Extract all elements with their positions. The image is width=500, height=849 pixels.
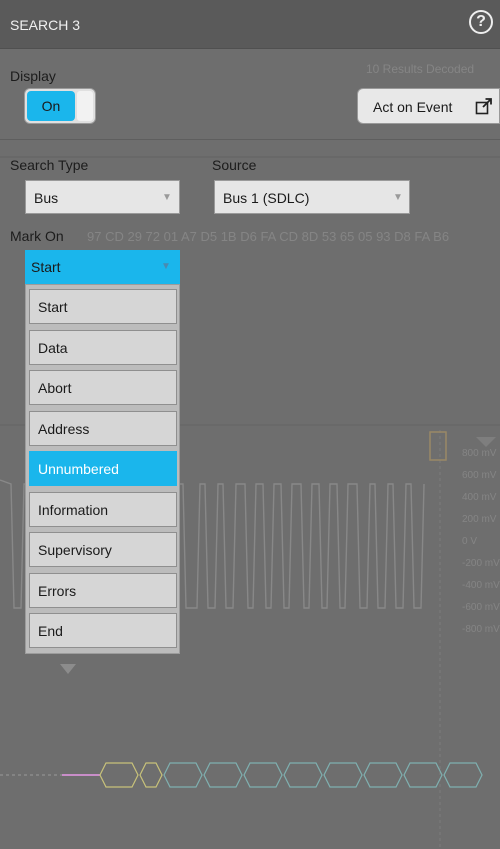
separator [0,139,500,140]
panel-header: SEARCH 3 ? [0,0,500,49]
dropdown-option-label: Start [38,299,68,315]
act-on-event-label: Act on Event [373,99,453,115]
dropdown-option-label: Information [38,501,109,518]
chevron-down-icon: ▼ [161,261,171,272]
dropdown-option-abort[interactable]: Abort [29,370,177,405]
dropdown-option-label: Address [38,420,90,437]
volt-label: 0 V [462,536,478,547]
display-toggle[interactable]: On [24,88,96,124]
act-on-event-button[interactable]: Act on Event [357,88,500,124]
volt-label: -400 mV [462,580,500,591]
dropdown-option-label: Abort [38,380,72,396]
volt-label: 400 mV [462,492,497,503]
volt-label: 200 mV [462,514,497,525]
volt-label: -600 mV [462,602,500,613]
panel-title: SEARCH 3 [10,17,81,33]
results-decoded-text: 10 Results Decoded [366,62,475,76]
mark-on-dropdown: Start Data Abort Address Unnumbered Informati… [25,284,180,654]
dropdown-option-information[interactable]: Information [29,491,177,527]
mark-on-value: Start [31,259,61,275]
dropdown-option-label: Unnumbered [38,461,119,477]
question-circle-icon[interactable]: ? [469,10,493,34]
source-value: Bus 1 (SDLC) [223,190,310,206]
chevron-down-icon: ▼ [162,192,172,203]
volt-label: -200 mV [462,558,500,569]
display-label: Display [10,68,56,84]
dropdown-option-label: Errors [38,582,77,599]
volt-label: 600 mV [462,470,497,481]
search-type-select[interactable]: Bus ▼ [25,180,180,214]
volt-label: -800 mV [462,624,500,635]
search-type-label: Search Type [10,157,89,173]
toggle-knob [77,91,93,121]
dropdown-option-errors[interactable]: Errors [29,572,177,608]
dropdown-option-unnumbered[interactable]: Unnumbered [29,451,177,486]
external-link-icon [475,98,492,115]
decoded-hex-text: 97 CD 29 72 01 A7 D5 1B D6 FA CD 8D 53 6… [87,229,450,244]
dropdown-option-end[interactable]: End [29,613,177,648]
toggle-on-label: On [27,91,75,121]
volt-label: 800 mV [462,448,497,459]
search-type-value: Bus [34,190,59,206]
dropdown-option-start[interactable]: Start [29,289,177,324]
dropdown-option-address[interactable]: Address [29,410,177,446]
dropdown-option-label: Data [38,339,68,356]
mark-on-label: Mark On [10,228,64,244]
dropdown-option-label: Supervisory [38,542,112,558]
search-panel: 10 Results Decoded 800 mV 600 mV 400 mV 200… [0,0,500,849]
dropdown-option-data[interactable]: Data [29,329,177,365]
dropdown-option-supervisory[interactable]: Supervisory [29,532,177,567]
source-select[interactable]: Bus 1 (SDLC) ▼ [214,180,410,214]
mark-on-select[interactable]: Start ▼ [25,250,180,284]
chevron-down-icon: ▼ [393,192,403,203]
dropdown-option-label: End [38,623,63,639]
source-label: Source [212,157,257,173]
